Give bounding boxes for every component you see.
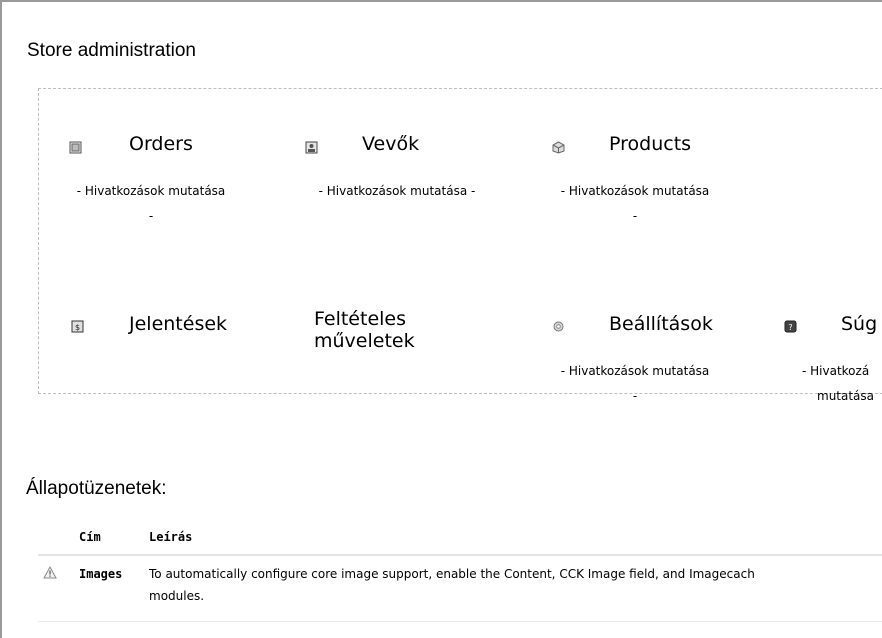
reports-icon: $ [71,320,84,333]
help-title[interactable]: Súg [841,313,877,335]
reports-title[interactable]: Jelentések [129,313,227,335]
page-title: Store administration [27,40,196,61]
svg-text:?: ? [788,323,792,332]
orders-title[interactable]: Orders [129,133,193,155]
warning-icon [43,566,57,579]
help-show-links[interactable]: - Hivatkozá [802,359,869,384]
orders-icon [69,141,82,154]
products-show-links-end: - [632,209,638,223]
table-header-divider [38,554,882,556]
customers-show-links[interactable]: - Hivatkozások mutatása - [292,179,502,204]
settings-icon [553,321,564,332]
help-icon: ? [784,320,797,333]
conditional-actions-title-line1[interactable]: Feltételes [314,308,406,330]
settings-show-links[interactable]: - Hivatkozások mutatása [535,359,735,384]
status-row-description-line1: To automatically configure core image su… [149,567,755,581]
status-row-description-line2: modules. [149,589,205,603]
help-show-links-end[interactable]: mutatása [817,384,874,409]
settings-title[interactable]: Beállítások [609,313,713,335]
conditional-actions-title-line2[interactable]: műveletek [314,330,415,352]
products-title[interactable]: Products [609,133,691,155]
status-messages-heading: Állapotüzenetek: [26,478,167,499]
svg-text:$: $ [75,323,80,332]
column-header-description: Leírás [149,530,193,544]
settings-show-links-end: - [632,389,638,403]
status-row-title: Images [79,567,123,581]
window-frame: Store administration Orders - Hivatkozás… [0,0,882,638]
customers-icon [305,141,318,154]
products-icon [552,141,565,154]
customers-title[interactable]: Vevők [362,133,419,155]
column-header-title: Cím [79,530,101,544]
table-row-divider [38,621,882,622]
orders-show-links[interactable]: - Hivatkozások mutatása [51,179,251,204]
products-show-links[interactable]: - Hivatkozások mutatása [535,179,735,204]
orders-show-links-end: - [148,209,154,223]
